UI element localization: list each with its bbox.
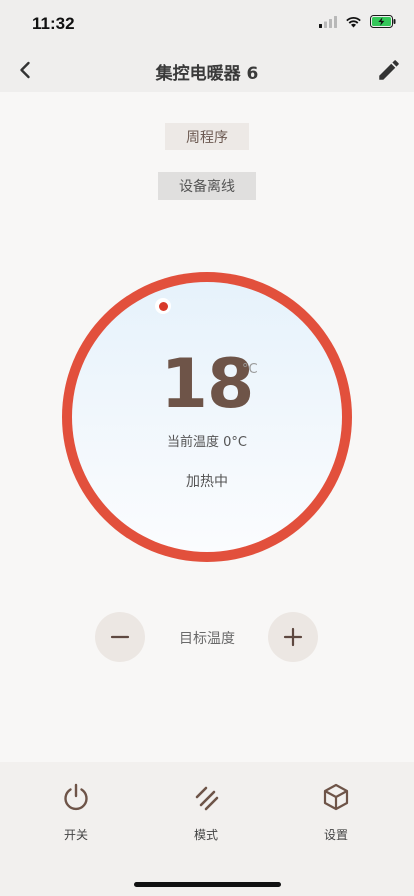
tab-mode-label: 模式 (193, 828, 218, 842)
status-time: 11:32 (32, 14, 75, 33)
tab-settings-label: 设置 (323, 828, 348, 842)
plus-icon (283, 627, 303, 647)
status-bar: 11:32 (0, 0, 414, 48)
nav-bar: 集控电暖器 6 (0, 48, 414, 92)
target-temperature-label: 目标温度 (179, 631, 235, 647)
home-indicator (134, 882, 281, 887)
battery-charging-icon (370, 15, 396, 28)
heating-status: 加热中 (186, 474, 228, 490)
tab-power-label: 开关 (63, 828, 88, 842)
screen: 11:32 集控电暖器 6 周程序 设备离线 18 °C 当前温度 0°C 加热… (0, 0, 414, 896)
increase-temp-button[interactable] (268, 612, 318, 662)
tab-settings[interactable]: 设置 (296, 780, 376, 843)
mode-icon (195, 786, 219, 811)
signal-icon (319, 15, 337, 28)
dial-handle[interactable] (155, 298, 171, 314)
status-icons (319, 15, 396, 28)
bottom-tab-bar: 开关 模式 设置 (0, 762, 414, 896)
settings-cube-icon (323, 783, 349, 811)
current-temperature: 当前温度 0°C (167, 435, 247, 450)
edit-pencil-icon[interactable] (376, 57, 402, 83)
power-icon (64, 783, 88, 811)
tab-mode[interactable]: 模式 (166, 780, 246, 843)
weekly-program-button[interactable]: 周程序 (165, 123, 249, 150)
dial-handle-dot (158, 301, 168, 311)
page-title: 集控电暖器 6 (155, 64, 259, 84)
target-temperature-value: 18 (160, 345, 255, 424)
tab-power[interactable]: 开关 (36, 780, 116, 843)
temperature-unit: °C (242, 362, 258, 377)
device-offline-badge: 设备离线 (158, 172, 256, 200)
wifi-icon (346, 16, 361, 27)
